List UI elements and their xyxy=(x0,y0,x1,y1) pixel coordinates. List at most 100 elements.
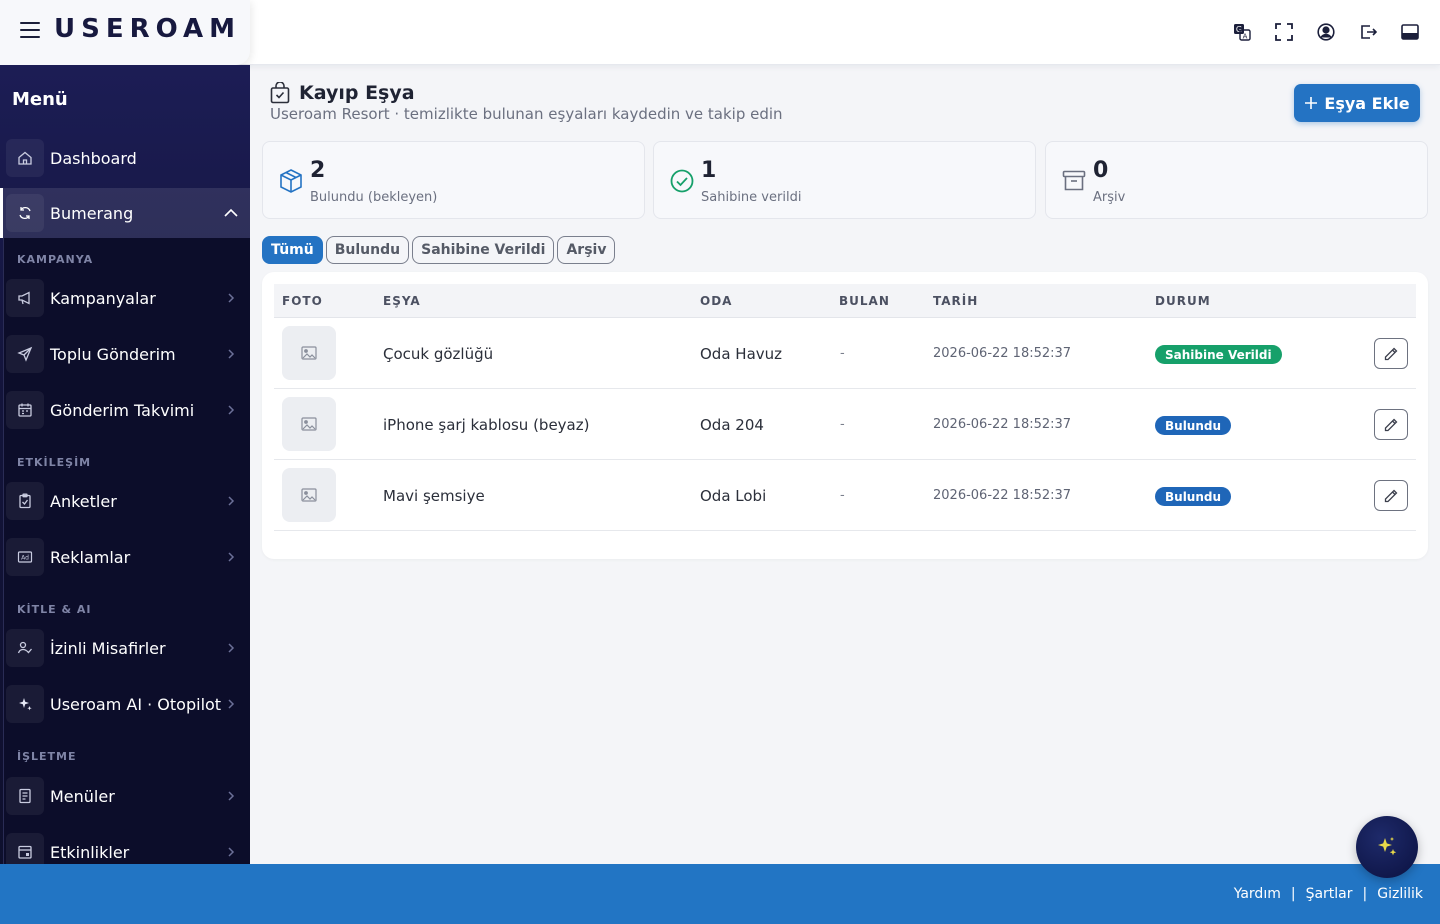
chevron-up-icon xyxy=(224,208,238,217)
item-name: Çocuk gözlüğü xyxy=(383,345,494,363)
ai-assistant-button[interactable] xyxy=(1356,816,1418,878)
sidebar-item-bumerang[interactable]: Bumerang xyxy=(0,188,250,238)
item-room: Oda Lobi xyxy=(700,487,767,505)
menu-book-icon xyxy=(6,777,44,815)
user-check-icon xyxy=(6,629,44,667)
pencil-icon xyxy=(1384,489,1398,502)
item-room: Oda 204 xyxy=(700,416,764,434)
sidebar-item-toplu-gonderim[interactable]: Toplu Gönderim xyxy=(0,330,250,378)
footer-link-help[interactable]: Yardım xyxy=(1234,886,1281,902)
sidebar-item-dashboard[interactable]: Dashboard xyxy=(0,134,250,182)
status-badge: Bulundu xyxy=(1155,487,1232,506)
sidebar-item-kampanyalar[interactable]: Kampanyalar xyxy=(0,274,250,322)
chevron-right-icon xyxy=(228,791,235,801)
sidebar-title: Menü xyxy=(12,89,68,110)
brand-area: USEROAM xyxy=(0,0,250,65)
status-badge: Bulundu xyxy=(1155,416,1232,435)
stat-card-found: 2 Bulundu (bekleyen) xyxy=(262,141,645,219)
sidebar-item-useroam-ai[interactable]: Useroam AI · Otopilot xyxy=(0,680,250,728)
sidebar-item-izinli-misafirler[interactable]: İzinli Misafirler xyxy=(0,624,250,672)
filter-tab-returned[interactable]: Sahibine Verildi xyxy=(412,236,555,264)
chevron-right-icon xyxy=(228,699,235,709)
sidebar-item-menuler[interactable]: Menüler xyxy=(0,772,250,820)
filter-tab-found[interactable]: Bulundu xyxy=(325,236,410,264)
plus-icon xyxy=(1305,97,1318,109)
stat-value: 2 xyxy=(310,158,326,183)
translate-icon[interactable]: GA xyxy=(1232,22,1252,42)
sidebar-item-gonderim-takvimi[interactable]: Gönderim Takvimi xyxy=(0,386,250,434)
pencil-icon xyxy=(1384,418,1398,431)
stat-label: Arşiv xyxy=(1093,190,1126,205)
layout-toggle-icon[interactable] xyxy=(1400,22,1420,42)
refresh-icon xyxy=(6,194,44,232)
add-item-button[interactable]: Eşya Ekle xyxy=(1294,84,1420,122)
status-badge: Sahibine Verildi xyxy=(1155,345,1282,364)
filter-tabs: Tümü Bulundu Sahibine Verildi Arşiv xyxy=(262,236,616,264)
column-header-photo: FOTO xyxy=(282,294,323,308)
add-item-label: Eşya Ekle xyxy=(1324,93,1410,113)
sidebar-item-label: Toplu Gönderim xyxy=(50,344,176,364)
check-circle-icon xyxy=(669,168,695,194)
pencil-icon xyxy=(1384,347,1398,360)
home-icon xyxy=(6,139,44,177)
section-label-etkilesim: ETKİLEŞİM xyxy=(17,456,92,469)
footer-separator: | xyxy=(1362,886,1368,902)
column-header-date: TARİH xyxy=(933,294,979,308)
sparkle-icon xyxy=(1378,837,1397,856)
filter-tab-archive[interactable]: Arşiv xyxy=(557,236,616,264)
app-logo[interactable]: USEROAM xyxy=(54,14,241,44)
sidebar-item-label: Useroam AI · Otopilot xyxy=(50,694,222,714)
sidebar-item-label: Dashboard xyxy=(50,148,137,168)
sidebar-item-label: Etkinlikler xyxy=(50,842,130,862)
logout-icon[interactable] xyxy=(1358,22,1378,42)
sidebar-item-reklamlar[interactable]: Ad Reklamlar xyxy=(0,533,250,581)
chevron-right-icon xyxy=(228,349,235,359)
edit-button[interactable] xyxy=(1374,338,1408,369)
stat-card-returned: 1 Sahibine verildi xyxy=(653,141,1036,219)
sidebar-item-label: Menüler xyxy=(50,786,115,806)
stat-value: 1 xyxy=(701,158,717,183)
stat-label: Bulundu (bekleyen) xyxy=(310,190,438,205)
sidebar-item-label: Anketler xyxy=(50,491,117,511)
image-placeholder-icon xyxy=(282,397,336,451)
svg-text:A: A xyxy=(1243,33,1248,41)
hamburger-menu-icon[interactable] xyxy=(20,22,40,40)
chevron-right-icon xyxy=(228,405,235,415)
clipboard-icon xyxy=(6,482,44,520)
sparkle-icon xyxy=(6,685,44,723)
footer-link-terms[interactable]: Şartlar xyxy=(1306,886,1353,902)
ad-icon: Ad xyxy=(6,538,44,576)
item-name: Mavi şemsiye xyxy=(383,487,485,505)
megaphone-icon xyxy=(6,279,44,317)
archive-icon xyxy=(1061,168,1087,194)
footer-separator: | xyxy=(1290,886,1296,902)
top-bar: USEROAM GA xyxy=(0,0,1440,65)
sidebar-item-label: İzinli Misafirler xyxy=(50,638,166,658)
column-header-room: ODA xyxy=(700,294,733,308)
item-finder: - xyxy=(840,346,845,361)
section-label-kampanya: KAMPANYA xyxy=(17,253,94,266)
filter-tab-all[interactable]: Tümü xyxy=(262,236,323,264)
edit-button[interactable] xyxy=(1374,480,1408,511)
fullscreen-icon[interactable] xyxy=(1274,22,1294,42)
section-label-kitle-ai: KİTLE & AI xyxy=(17,603,92,616)
table-row: iPhone şarj kablosu (beyaz) Oda 204 - 20… xyxy=(274,389,1416,460)
svg-text:Ad: Ad xyxy=(21,555,29,562)
edit-button[interactable] xyxy=(1374,409,1408,440)
image-placeholder-icon xyxy=(282,326,336,380)
user-circle-icon[interactable] xyxy=(1316,22,1336,42)
item-finder: - xyxy=(840,488,845,503)
stat-label: Sahibine verildi xyxy=(701,190,802,205)
sidebar-item-anketler[interactable]: Anketler xyxy=(0,477,250,525)
footer-links: Yardım | Şartlar | Gizlilik xyxy=(1234,886,1423,902)
item-finder: - xyxy=(840,417,845,432)
table-row: Çocuk gözlüğü Oda Havuz - 2026-06-22 18:… xyxy=(274,318,1416,389)
lost-items-table: FOTO EŞYA ODA BULAN TARİH DURUM Çocuk gö… xyxy=(262,272,1428,559)
bag-check-icon xyxy=(270,81,290,104)
calendar-icon xyxy=(6,391,44,429)
footer-link-privacy[interactable]: Gizlilik xyxy=(1377,886,1423,902)
chevron-right-icon xyxy=(228,496,235,506)
column-header-status: DURUM xyxy=(1155,294,1211,308)
chevron-right-icon xyxy=(228,552,235,562)
column-header-finder: BULAN xyxy=(839,294,890,308)
